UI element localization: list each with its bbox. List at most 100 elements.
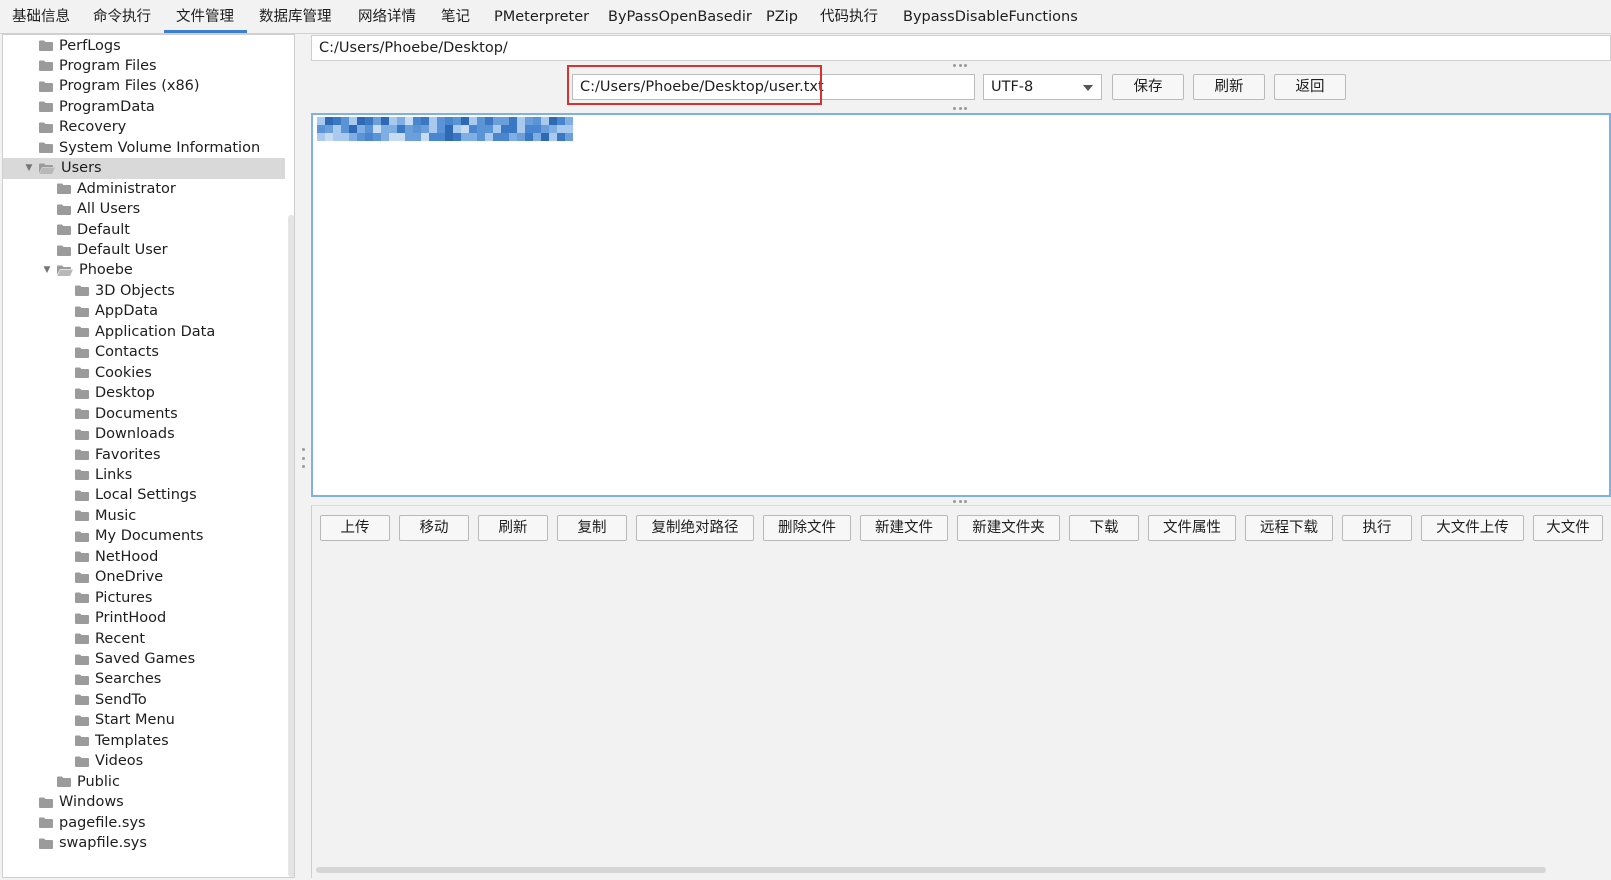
tree-item[interactable]: Recent [3,628,285,649]
tree-item-label: Phoebe [79,262,133,279]
download-button[interactable]: 下载 [1069,515,1139,541]
tree-item[interactable]: Start Menu [3,710,285,731]
tree-item-label: Music [95,507,137,524]
expand-arrow-icon[interactable]: ▼ [41,264,53,276]
tree-arrow-spacer [59,653,71,665]
tree-item[interactable]: Application Data [3,321,285,342]
redacted-pixel [485,133,493,141]
tree-item[interactable]: Administrator [3,178,285,199]
redacted-pixel [317,117,325,125]
redacted-pixel [357,125,365,133]
tree-item[interactable]: ▼ Users [3,157,285,179]
large-file-download-button[interactable]: 大文件 [1533,515,1603,541]
tab-code-exec[interactable]: 代码执行 [808,0,891,33]
tree-scrollbar[interactable] [288,215,294,877]
tab-pmeterpreter[interactable]: PMeterpreter [482,0,596,33]
tree-item[interactable]: Windows [3,792,285,813]
redacted-pixel [461,125,469,133]
tab-command-exec[interactable]: 命令执行 [81,0,164,33]
tree-item[interactable]: Contacts [3,342,285,363]
folder-icon [75,592,89,604]
tree-item[interactable]: Program Files [3,55,285,76]
upload-button[interactable]: 上传 [320,515,390,541]
back-button[interactable]: 返回 [1274,74,1346,100]
new-file-button[interactable]: 新建文件 [860,515,948,541]
redacted-pixel [317,133,325,141]
tree-item[interactable]: Favorites [3,444,285,465]
tree-item[interactable]: PrintHood [3,608,285,629]
tree-arrow-spacer [59,755,71,767]
new-folder-button[interactable]: 新建文件夹 [957,515,1060,541]
tree-item[interactable]: Public [3,771,285,792]
tree-item[interactable]: My Documents [3,526,285,547]
tree-arrow-spacer [59,489,71,501]
folder-icon [75,674,89,685]
folder-icon [57,224,71,236]
save-button[interactable]: 保存 [1112,74,1184,100]
tree-item[interactable]: Links [3,464,285,485]
tree-item[interactable]: System Volume Information [3,137,285,158]
tree-item[interactable]: Videos [3,751,285,772]
tab-database[interactable]: 数据库管理 [247,0,346,33]
tree-item[interactable]: Local Settings [3,485,285,506]
tree-item[interactable]: Templates [3,730,285,751]
copy-absolute-path-button[interactable]: 复制绝对路径 [636,515,754,541]
tree-item[interactable]: pagefile.sys [3,812,285,833]
tab-bypass-openbasedir[interactable]: ByPassOpenBasedir [596,0,754,33]
tab-file-manager[interactable]: 文件管理 [164,0,247,33]
tree-item[interactable]: Searches [3,669,285,690]
tree-item[interactable]: Pictures [3,587,285,608]
tree-item[interactable]: AppData [3,301,285,322]
redacted-pixel [477,125,485,133]
tree-item[interactable]: SendTo [3,689,285,710]
splitter-grip-editor[interactable] [953,107,967,110]
tree-item[interactable]: Cookies [3,362,285,383]
tree-item[interactable]: ProgramData [3,96,285,117]
redacted-pixel [389,133,397,141]
tree-item[interactable]: Default [3,219,285,240]
tree-item[interactable]: swapfile.sys [3,833,285,854]
tree-item[interactable]: Default User [3,240,285,261]
folder-icon [57,204,71,215]
tree-item[interactable]: PerfLogs [3,35,285,56]
tree-item[interactable]: Documents [3,403,285,424]
expand-arrow-icon[interactable]: ▼ [23,162,35,174]
tree-item-label: 3D Objects [95,282,175,299]
file-content-editor[interactable] [311,113,1611,497]
refresh-file-button[interactable]: 刷新 [1193,74,1265,100]
tree-item[interactable]: Downloads [3,424,285,445]
tree-item[interactable]: Program Files (x86) [3,76,285,97]
tree-item[interactable]: 3D Objects [3,280,285,301]
tree-item[interactable]: OneDrive [3,567,285,588]
tree-item[interactable]: ▼ Phoebe [3,260,285,281]
folder-icon [75,285,89,297]
tab-basic-info[interactable]: 基础信息 [0,0,81,33]
tree-item[interactable]: Recovery [3,117,285,138]
tree-item[interactable]: Music [3,505,285,526]
refresh-button[interactable]: 刷新 [478,515,548,541]
tree-item[interactable]: NetHood [3,546,285,567]
current-directory-field[interactable]: C:/Users/Phoebe/Desktop/ [311,35,1611,61]
tree-item[interactable]: Desktop [3,383,285,404]
splitter-grip-top[interactable] [953,64,967,67]
tree-item[interactable]: Saved Games [3,649,285,670]
tab-pzip[interactable]: PZip [754,0,808,33]
redacted-pixel [461,133,469,141]
tree-item[interactable]: All Users [3,199,285,220]
remote-download-button[interactable]: 远程下载 [1245,515,1333,541]
encoding-select[interactable]: UTF-8 [983,74,1102,100]
splitter-grip-bottom[interactable] [953,500,967,503]
large-file-upload-button[interactable]: 大文件上传 [1421,515,1524,541]
copy-button[interactable]: 复制 [557,515,627,541]
move-button[interactable]: 移动 [399,515,469,541]
horizontal-scrollbar[interactable] [316,867,1546,873]
execute-button[interactable]: 执行 [1342,515,1412,541]
tab-notes[interactable]: 笔记 [429,0,482,33]
file-properties-button[interactable]: 文件属性 [1148,515,1236,541]
vertical-splitter-handle[interactable] [302,448,305,468]
tree-arrow-spacer [59,530,71,542]
redacted-pixel [549,125,557,133]
delete-file-button[interactable]: 删除文件 [763,515,851,541]
tab-bypass-disable-functions[interactable]: BypassDisableFunctions [891,0,1081,33]
tab-network[interactable]: 网络详情 [346,0,429,33]
